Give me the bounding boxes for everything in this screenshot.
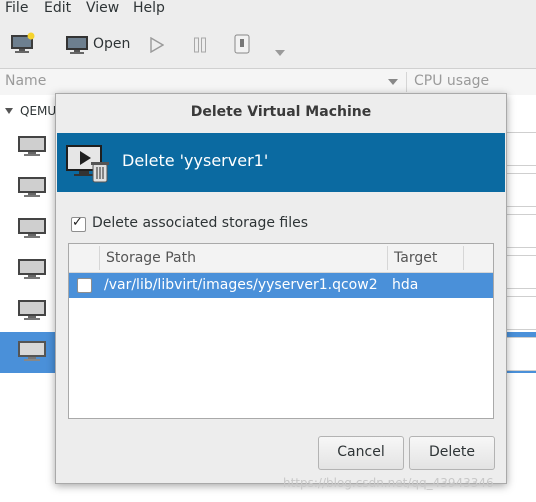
open-icon[interactable] xyxy=(65,35,89,59)
delete-vm-dialog: Delete Virtual Machine Delete 'yyserver1… xyxy=(55,93,507,484)
vm-monitor-icon xyxy=(18,177,46,197)
column-separator xyxy=(463,246,464,270)
delete-button[interactable]: Delete xyxy=(409,436,495,470)
cpu-graph xyxy=(505,173,536,207)
vm-monitor-icon xyxy=(18,136,46,156)
column-header: Name CPU usage xyxy=(0,68,536,96)
open-button-label[interactable]: Open xyxy=(93,36,130,52)
storage-path: /var/lib/libvirt/images/yyserver1.qcow2 xyxy=(104,277,378,293)
connection-label[interactable]: QEMU xyxy=(20,104,56,118)
delete-storage-label[interactable]: Delete associated storage files xyxy=(92,215,308,231)
dialog-heading: Delete 'yyserver1' xyxy=(122,151,269,170)
run-icon[interactable] xyxy=(150,36,165,57)
cpu-graph xyxy=(505,255,536,289)
column-storage-path[interactable]: Storage Path xyxy=(106,250,196,266)
column-target[interactable]: Target xyxy=(394,250,437,266)
sort-arrow-icon[interactable] xyxy=(388,79,398,85)
vm-monitor-icon xyxy=(18,341,46,361)
shutdown-icon[interactable] xyxy=(234,34,250,58)
menu-help[interactable]: Help xyxy=(133,0,165,16)
new-vm-icon[interactable] xyxy=(10,32,36,58)
menu-edit[interactable]: Edit xyxy=(44,0,71,16)
column-cpu-usage[interactable]: CPU usage xyxy=(414,73,489,89)
watermark: https://blog.csdn.net/qq_43943346 xyxy=(283,476,494,490)
expander-icon[interactable] xyxy=(5,108,13,114)
storage-table: Storage Path Target /var/lib/libvirt/ima… xyxy=(68,243,494,419)
storage-table-header: Storage Path Target xyxy=(69,244,493,273)
column-name[interactable]: Name xyxy=(5,73,46,89)
toolbar xyxy=(0,22,536,66)
cpu-graph xyxy=(505,337,536,371)
storage-target: hda xyxy=(392,277,419,293)
column-separator xyxy=(406,72,407,92)
menu-file[interactable]: File xyxy=(5,0,28,16)
cpu-graph xyxy=(505,132,536,166)
column-separator xyxy=(387,246,388,270)
vm-monitor-icon xyxy=(18,218,46,238)
delete-storage-checkbox[interactable] xyxy=(71,215,86,232)
table-row[interactable]: /var/lib/libvirt/images/yyserver1.qcow2 … xyxy=(69,273,493,298)
vm-delete-icon xyxy=(65,142,111,188)
cpu-graph xyxy=(505,296,536,330)
dialog-banner: Delete 'yyserver1' xyxy=(57,133,505,192)
menubar: File Edit View Help xyxy=(0,0,536,20)
pause-icon[interactable] xyxy=(193,37,207,57)
vm-monitor-icon xyxy=(18,259,46,279)
dialog-title: Delete Virtual Machine xyxy=(190,104,372,120)
cancel-button[interactable]: Cancel xyxy=(318,436,404,470)
column-separator xyxy=(99,246,100,270)
cpu-graph xyxy=(505,214,536,248)
row-checkbox[interactable] xyxy=(77,278,92,293)
chevron-down-icon[interactable] xyxy=(275,41,285,60)
menu-view[interactable]: View xyxy=(86,0,119,16)
vm-monitor-icon xyxy=(18,300,46,320)
